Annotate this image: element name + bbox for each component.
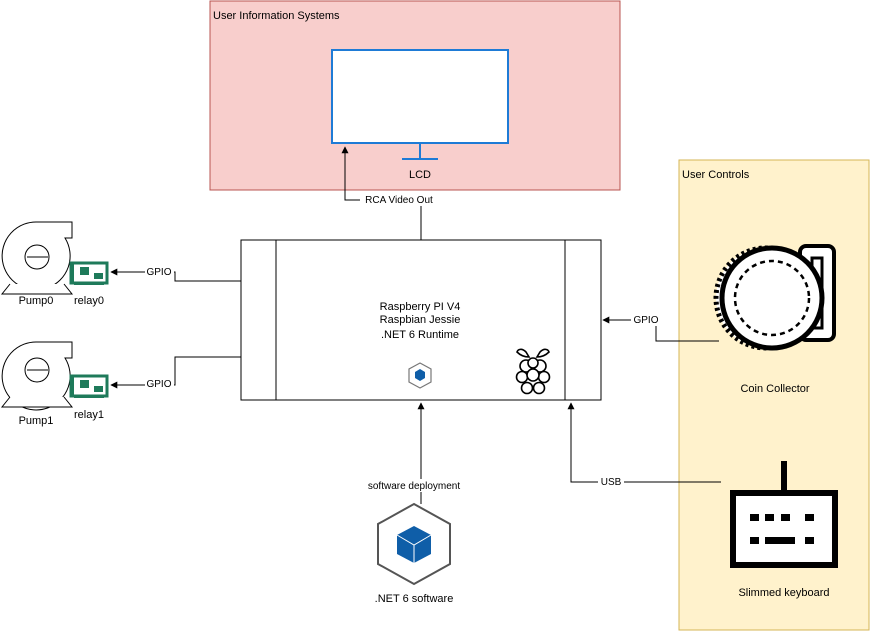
gpio-relay0-label: GPIO	[146, 267, 171, 278]
gpio-relay1-label: GPIO	[146, 379, 171, 390]
lcd-monitor-icon	[331, 49, 509, 160]
pi-label-line1: Raspberry PI V4	[380, 301, 461, 313]
diagram-svg: User Information Systems User Controls L…	[0, 0, 870, 631]
software-deployment-connector: software deployment	[360, 402, 468, 504]
pi-label-line3: .NET 6 Runtime	[381, 329, 459, 341]
relay1-label: relay1	[74, 409, 104, 421]
dotnet-software-label: .NET 6 software	[375, 593, 454, 605]
lcd-label: LCD	[409, 169, 431, 181]
dotnet-cube-small-icon	[408, 362, 432, 389]
user-information-systems-title: User Information Systems	[213, 10, 340, 22]
relay1-icon	[69, 374, 109, 398]
coin-collector-icon	[713, 244, 836, 351]
pump0-icon	[0, 221, 74, 295]
software-deployment-label: software deployment	[368, 481, 460, 492]
keyboard-label: Slimmed keyboard	[738, 587, 829, 599]
gpio-relay1-connector: GPIO	[110, 356, 241, 390]
diagram-canvas: User Information Systems User Controls L…	[0, 0, 870, 631]
usb-label: USB	[601, 477, 622, 488]
rca-video-label: RCA Video Out	[365, 195, 433, 206]
pump0-label: Pump0	[19, 295, 54, 307]
pump1-icon	[0, 341, 74, 411]
gpio-coin-label: GPIO	[633, 315, 658, 326]
gpio-relay0-connector: GPIO	[110, 265, 241, 282]
pump1-label: Pump1	[19, 415, 54, 427]
relay0-icon	[69, 261, 109, 285]
pi-label-line2: Raspbian Jessie	[380, 314, 461, 326]
relay0-label: relay0	[74, 295, 104, 307]
user-controls-title: User Controls	[682, 169, 750, 181]
dotnet-software-icon	[377, 502, 451, 586]
coin-collector-label: Coin Collector	[740, 383, 809, 395]
